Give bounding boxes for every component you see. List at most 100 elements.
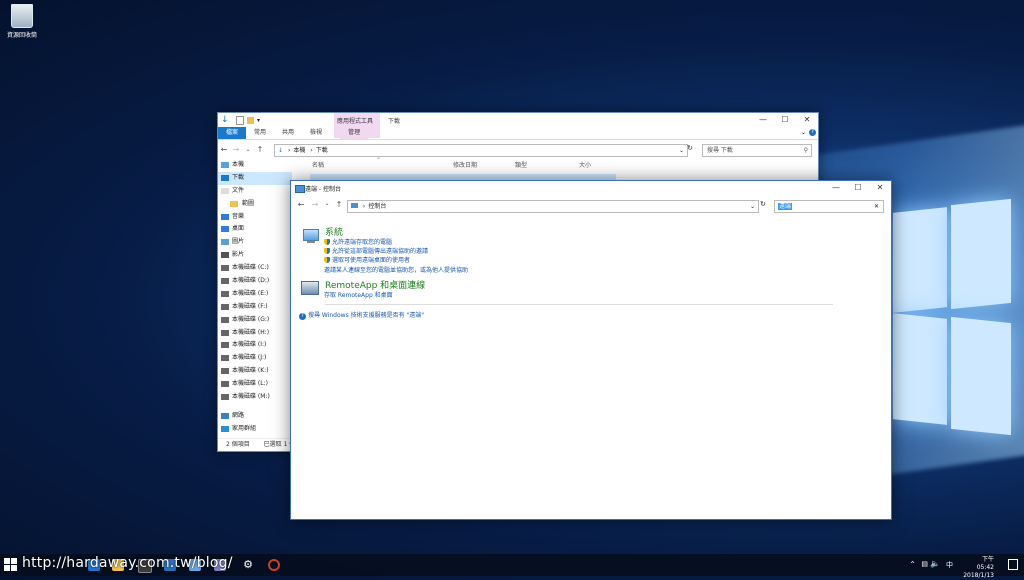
recycle-bin[interactable]: 資源回收筒 xyxy=(4,4,40,39)
breadcrumb-pc[interactable]: 本機 xyxy=(293,147,305,154)
clock-time: 下午 05:42 xyxy=(976,556,994,571)
system-icon[interactable] xyxy=(303,229,319,241)
sidebar-item[interactable]: 本機磁碟 (K:) xyxy=(218,365,292,378)
explorer-title-bar: ↓ ▾ xyxy=(218,113,818,127)
notification-icon[interactable] xyxy=(1008,559,1018,570)
sidebar-item-label: 影片 xyxy=(232,251,245,259)
close-button[interactable]: ✕ xyxy=(869,181,891,195)
help-icon[interactable]: ? xyxy=(809,129,816,136)
tab-share[interactable]: 共用 xyxy=(274,127,302,139)
sidebar-item-label: 本機磁碟 (D:) xyxy=(232,277,270,285)
sidebar-item[interactable]: 本機磁碟 (G:) xyxy=(218,314,292,327)
help-icon: ? xyxy=(299,313,306,320)
tab-file[interactable]: 檔案 xyxy=(218,127,247,139)
tab-view[interactable]: 檢視 xyxy=(302,127,330,139)
up-button[interactable]: ↑ xyxy=(333,200,345,209)
close-button[interactable]: ✕ xyxy=(796,113,818,127)
clock[interactable]: 下午 05:42 2018/1/13 xyxy=(963,556,994,580)
refresh-icon[interactable]: ↻ xyxy=(760,200,766,208)
sidebar-item-label: 本機磁碟 (I:) xyxy=(232,341,267,349)
sidebar-item[interactable]: 本機磁碟 (D:) xyxy=(218,275,292,288)
sidebar-item-label: 文件 xyxy=(232,186,245,194)
breadcrumb-downloads[interactable]: 下載 xyxy=(316,147,328,154)
forward-button[interactable]: → xyxy=(230,145,242,154)
volume-icon[interactable]: 🔈 xyxy=(930,559,940,568)
tray-chevron-icon[interactable]: ⌃ xyxy=(909,560,916,569)
uac-shield-icon xyxy=(324,248,330,254)
sidebar-item[interactable]: 本機磁碟 (F:) xyxy=(218,301,292,314)
sidebar-item[interactable]: 影片 xyxy=(218,249,292,262)
address-dropdown-icon[interactable]: ⌄ xyxy=(750,201,755,212)
sidebar-item[interactable]: 音樂 xyxy=(218,211,292,224)
control-panel-address-bar[interactable]: › 控制台 ⌄ xyxy=(347,200,759,213)
quick-access-dropdown-icon[interactable]: ▾ xyxy=(257,117,260,124)
explorer-address-bar[interactable]: ↓ › 本機 › 下載 ⌄ xyxy=(274,144,688,157)
recent-dropdown-icon[interactable]: ⌄ xyxy=(242,146,254,153)
link-search-windows-help[interactable]: ? 搜尋 Windows 技術支援服務是否有 "遠端" xyxy=(299,310,424,320)
sidebar-item[interactable]: 本機磁碟 (J:) xyxy=(218,352,292,365)
explorer-window-title: 下載 xyxy=(388,118,401,125)
refresh-icon[interactable]: ↻ xyxy=(687,144,693,152)
back-button[interactable]: ← xyxy=(295,200,307,209)
maximize-button[interactable]: ☐ xyxy=(847,181,869,195)
desktop-icon xyxy=(221,226,229,233)
settings-gear-icon[interactable]: ⚙ xyxy=(242,559,254,571)
drive-icon xyxy=(221,329,229,336)
breadcrumb-control-panel[interactable]: 控制台 xyxy=(368,203,386,210)
sidebar-item[interactable]: 家用群組 xyxy=(218,423,292,436)
link-select-remote-users[interactable]: 選取可使用遠端桌面的使用者 xyxy=(324,255,410,264)
up-button[interactable]: ↑ xyxy=(254,145,266,154)
column-type[interactable]: 類型 xyxy=(515,159,527,173)
navigation-pane[interactable]: 本機 下載文件範圖 音樂 桌面 圖片影片本機磁碟 (C:) 本機磁碟 (D:) 本機磁碟 (… xyxy=(218,159,292,437)
clear-search-icon[interactable]: ✕ xyxy=(874,201,879,212)
column-size[interactable]: 大小 xyxy=(579,159,591,173)
sidebar-item[interactable]: 本機磁碟 (C:) xyxy=(218,262,292,275)
minimize-button[interactable]: — xyxy=(752,113,774,127)
sidebar-item-label: 下載 xyxy=(232,173,245,181)
link-invite-assistance[interactable]: 邀請某人連線至您的電腦並協助您，或為他人提供協助 xyxy=(324,265,468,274)
control-panel-small-icon xyxy=(351,203,358,208)
pictures-icon xyxy=(221,239,229,246)
sidebar-item[interactable]: 桌面 xyxy=(218,223,292,236)
address-dropdown-icon[interactable]: ⌄ xyxy=(679,145,684,156)
maximize-button[interactable]: ☐ xyxy=(774,113,796,127)
start-button[interactable] xyxy=(4,558,18,572)
recent-dropdown-icon[interactable]: ⌄ xyxy=(321,200,333,207)
download-icon xyxy=(221,174,229,181)
sidebar-item[interactable]: 本機磁碟 (H:) xyxy=(218,327,292,340)
properties-icon[interactable] xyxy=(236,115,244,125)
explorer-search-box[interactable]: 搜尋 下載 ⚲ xyxy=(702,144,812,157)
sidebar-item[interactable]: 本機磁碟 (M:) xyxy=(218,391,292,404)
tab-home[interactable]: 常用 xyxy=(246,127,274,139)
sidebar-item[interactable]: 文件 xyxy=(218,185,292,198)
remoteapp-icon[interactable] xyxy=(301,281,319,295)
control-panel-search-box[interactable]: 遠端 ✕ xyxy=(774,200,884,213)
back-button[interactable]: ← xyxy=(218,145,230,154)
link-remote-assistance-invite[interactable]: 允許從這部電腦傳出遠端協助的邀請 xyxy=(324,246,428,255)
sidebar-item[interactable]: 本機磁碟 (E:) xyxy=(218,288,292,301)
sidebar-item-label: 本機磁碟 (H:) xyxy=(232,328,270,336)
forward-button[interactable]: → xyxy=(309,200,321,209)
sidebar-item[interactable]: 範圖 xyxy=(218,198,292,211)
tab-manage[interactable]: 管理 xyxy=(340,127,369,139)
sidebar-item[interactable]: 本機磁碟 (I:) xyxy=(218,339,292,352)
control-panel-window[interactable]: 遠端 - 控制台 — ☐ ✕ ← → ⌄ ↑ › 控制台 ⌄ ↻ 遠端 ✕ 系統 … xyxy=(290,180,892,520)
link-allow-remote-access[interactable]: 允許遠端存取您的電腦 xyxy=(324,237,392,246)
sidebar-item[interactable]: 本機磁碟 (L:) xyxy=(218,378,292,391)
sidebar-item[interactable]: 網路 xyxy=(218,410,292,423)
ime-indicator[interactable]: 中 xyxy=(946,560,953,570)
ribbon-expand-icon[interactable]: ⌄ xyxy=(801,129,806,136)
link-access-remoteapp[interactable]: 存取 RemoteApp 和桌面 xyxy=(324,290,393,299)
drive-icon xyxy=(221,290,229,297)
sidebar-item[interactable]: 本機 xyxy=(218,159,292,172)
column-date-modified[interactable]: 修改日期 xyxy=(453,159,477,173)
sidebar-item[interactable]: 下載 xyxy=(218,171,292,185)
new-folder-icon[interactable] xyxy=(247,116,254,124)
sidebar-item-label: 本機磁碟 (K:) xyxy=(232,367,269,375)
column-name[interactable]: 名稱 xyxy=(312,159,324,173)
control-panel-navigation-bar: ← → ⌄ ↑ › 控制台 ⌄ ↻ 遠端 ✕ xyxy=(291,199,891,213)
sidebar-item[interactable]: 圖片 xyxy=(218,236,292,249)
app-record-icon[interactable] xyxy=(268,559,280,571)
network-tray-icon[interactable]: ▤ xyxy=(921,560,928,568)
minimize-button[interactable]: — xyxy=(825,181,847,195)
